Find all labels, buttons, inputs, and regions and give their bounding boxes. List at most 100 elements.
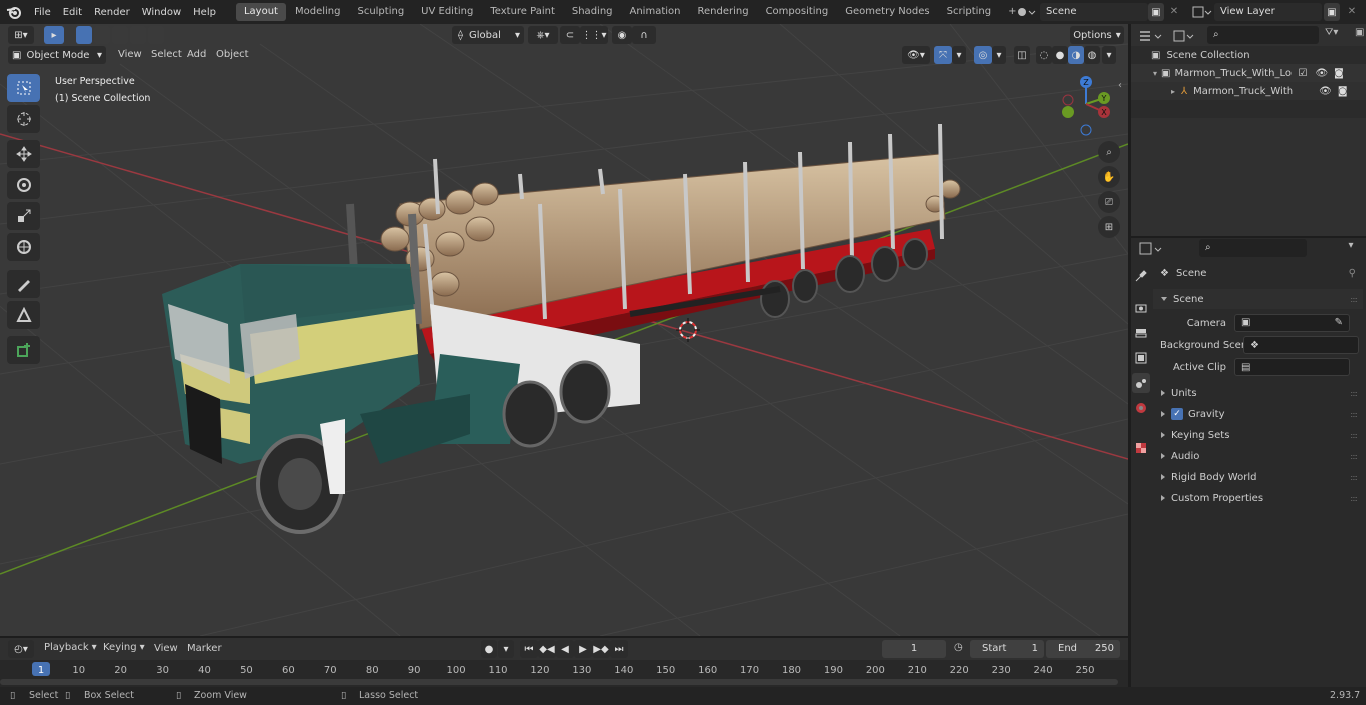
zoom-icon[interactable]: ⌕ — [1098, 141, 1120, 163]
blender-logo-icon[interactable] — [0, 0, 28, 24]
play-icon[interactable]: ▶ — [574, 640, 592, 658]
move-tool-icon[interactable] — [7, 140, 40, 168]
menu-window[interactable]: Window — [136, 7, 187, 18]
next-keyframe-icon[interactable]: ▶◆ — [592, 640, 610, 658]
select-mode-intersect-icon[interactable] — [148, 26, 164, 44]
menu-select[interactable]: Select — [151, 49, 182, 60]
scene-name-field[interactable]: Scene — [1040, 3, 1148, 21]
tab-uv-editing[interactable]: UV Editing — [413, 3, 481, 21]
active-clip-field[interactable]: ▤ — [1234, 358, 1350, 376]
record-icon[interactable]: ● — [481, 640, 497, 658]
outliner-scene-collection[interactable]: ▣ Scene Collection — [1131, 46, 1366, 64]
units-panel[interactable]: Units :::: — [1153, 383, 1363, 403]
jump-end-icon[interactable]: ⏭ — [610, 640, 628, 658]
chevron-down-icon[interactable]: ▾ — [992, 46, 1006, 64]
wireframe-shading-icon[interactable]: ◌ — [1036, 46, 1052, 64]
stopwatch-icon[interactable]: ◷ — [954, 642, 968, 653]
delete-view-layer-icon[interactable]: ✕ — [1344, 3, 1360, 21]
outliner-editor-icon[interactable] — [1137, 27, 1167, 45]
scene-tab-icon[interactable] — [1132, 373, 1150, 393]
scene-panel-header[interactable]: Scene :::: — [1153, 289, 1363, 309]
tab-sculpting[interactable]: Sculpting — [349, 3, 412, 21]
menu-view[interactable]: View — [118, 49, 142, 60]
current-frame-field[interactable]: 1 — [882, 640, 946, 658]
drag-handle-icon[interactable]: :::: — [1350, 389, 1358, 398]
background-scene-field[interactable]: ❖ — [1243, 336, 1359, 354]
tab-shading[interactable]: Shading — [564, 3, 621, 21]
properties-search-input[interactable]: ⌕ — [1199, 239, 1307, 257]
chevron-down-icon[interactable]: ▾ — [952, 46, 966, 64]
outliner-item[interactable]: ▾ ▣ Marmon_Truck_With_Logging ☑ 👁 ◙ — [1131, 64, 1366, 82]
transform-orientation-dropdown[interactable]: ⟠ Global ▾ — [452, 26, 524, 44]
new-scene-icon[interactable]: ▣ — [1148, 3, 1164, 21]
perspective-grid-icon[interactable]: ⊞ — [1098, 216, 1120, 238]
proportional-edit-icon[interactable]: ◉ — [612, 26, 632, 44]
drag-handle-icon[interactable]: :::: — [1350, 295, 1358, 304]
navigation-gizmo[interactable]: Z Y X — [1054, 72, 1118, 136]
scene-type-icon[interactable] — [1014, 3, 1036, 21]
play-reverse-icon[interactable]: ◀ — [556, 640, 574, 658]
select-tool-icon[interactable]: ▸ — [44, 26, 64, 44]
tab-geometry-nodes[interactable]: Geometry Nodes — [837, 3, 937, 21]
timeline-scrollbar[interactable] — [0, 679, 1118, 685]
drag-handle-icon[interactable]: :::: — [1350, 431, 1358, 440]
chevron-down-icon[interactable]: ▾ — [1343, 240, 1359, 258]
3d-viewport[interactable]: ⊞▾ ▸ ⟠ Global ▾ ⎈▾ ⊂ ⋮⋮▾ ◉ ∩ Options ▾ ▣ Obj… — [0, 24, 1128, 636]
tab-rendering[interactable]: Rendering — [689, 3, 756, 21]
keying-sets-panel[interactable]: Keying Sets :::: — [1153, 425, 1363, 445]
delete-scene-icon[interactable]: ✕ — [1166, 3, 1182, 21]
end-frame-field[interactable]: End 250 — [1046, 640, 1120, 658]
chevron-down-icon[interactable]: ▾ — [498, 640, 514, 658]
new-collection-icon[interactable]: ▣ — [1355, 27, 1366, 45]
render-tab-icon[interactable] — [1132, 298, 1150, 318]
view-layer-tab-icon[interactable] — [1132, 348, 1150, 368]
cursor-tool-icon[interactable] — [7, 105, 40, 133]
eyedropper-icon[interactable]: ✎ — [1335, 315, 1343, 331]
editor-type-icon[interactable]: ⊞▾ — [8, 26, 34, 44]
select-mode-extend-icon[interactable] — [94, 26, 110, 44]
menu-file[interactable]: File — [28, 7, 57, 18]
eye-icon[interactable]: 👁 — [1315, 68, 1328, 79]
tab-scripting[interactable]: Scripting — [939, 3, 999, 21]
outliner-item[interactable]: ▸ ⅄ Marmon_Truck_With_Log 👁 ◙ — [1131, 82, 1366, 100]
tab-modeling[interactable]: Modeling — [287, 3, 349, 21]
solid-shading-icon[interactable]: ● — [1052, 46, 1068, 64]
gizmo-toggle-icon[interactable]: ⤧ — [934, 46, 952, 64]
texture-tab-icon[interactable] — [1132, 438, 1150, 458]
display-mode-icon[interactable] — [1171, 27, 1199, 45]
eye-icon[interactable]: 👁 — [1319, 86, 1332, 97]
visibility-icon[interactable]: 👁▾ — [902, 46, 930, 64]
timeline-editor-icon[interactable]: ◴▾ — [8, 640, 34, 658]
drag-handle-icon[interactable]: :::: — [1350, 410, 1358, 419]
rendered-shading-icon[interactable]: ◍ — [1084, 46, 1100, 64]
gravity-panel[interactable]: ✓ Gravity :::: — [1153, 404, 1363, 424]
select-mode-new-icon[interactable] — [76, 26, 92, 44]
custom-properties-panel[interactable]: Custom Properties :::: — [1153, 488, 1363, 508]
pivot-point-icon[interactable]: ⎈▾ — [528, 26, 558, 44]
keying-menu[interactable]: Keying ▾ — [103, 642, 145, 653]
marker-menu[interactable]: Marker — [187, 643, 222, 654]
snap-target-icon[interactable]: ⋮⋮▾ — [580, 26, 608, 44]
snap-toggle-icon[interactable]: ⊂ — [560, 26, 580, 44]
annotate-tool-icon[interactable] — [7, 270, 40, 298]
overlays-toggle-icon[interactable]: ◎ — [974, 46, 992, 64]
camera-icon[interactable]: ◙ — [1334, 68, 1344, 79]
tab-layout[interactable]: Layout — [235, 3, 286, 21]
rigid-body-world-panel[interactable]: Rigid Body World :::: — [1153, 467, 1363, 487]
camera-icon[interactable]: ◙ — [1338, 86, 1348, 97]
chevron-right-icon[interactable]: ▸ — [1171, 87, 1175, 96]
view-layer-icon[interactable] — [1190, 3, 1212, 21]
timeline-view-menu[interactable]: View — [154, 643, 178, 654]
world-tab-icon[interactable] — [1132, 398, 1150, 418]
audio-panel[interactable]: Audio :::: — [1153, 446, 1363, 466]
pin-icon[interactable]: ⚲ — [1349, 268, 1356, 279]
falloff-icon[interactable]: ∩ — [632, 26, 656, 44]
drag-handle-icon[interactable]: :::: — [1350, 494, 1358, 503]
tab-compositing[interactable]: Compositing — [758, 3, 837, 21]
xray-toggle-icon[interactable]: ◫ — [1014, 46, 1030, 64]
rotate-tool-icon[interactable] — [7, 171, 40, 199]
menu-add[interactable]: Add — [187, 49, 206, 60]
filter-icon[interactable]: ⛛▾ — [1325, 27, 1349, 45]
chevron-down-icon[interactable]: ▾ — [1153, 69, 1157, 78]
jump-start-icon[interactable]: ⏮ — [520, 640, 538, 658]
